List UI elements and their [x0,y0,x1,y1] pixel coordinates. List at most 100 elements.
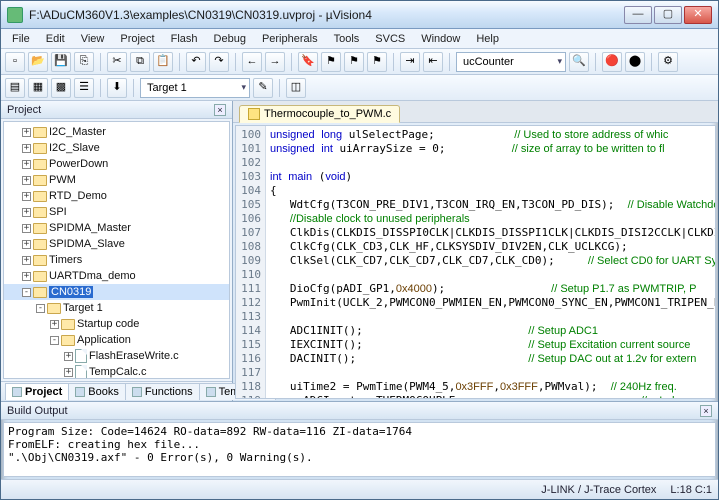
translate-button[interactable]: ▤ [5,78,25,98]
expand-toggle[interactable]: + [64,352,73,361]
expand-toggle[interactable]: + [22,240,31,249]
expand-toggle[interactable]: - [50,336,59,345]
target-options-button[interactable]: ✎ [253,78,273,98]
undo-button[interactable]: ↶ [186,52,206,72]
nav-back-button[interactable]: ← [242,52,262,72]
target-combo[interactable]: Target 1 [140,78,250,98]
editor-body[interactable]: 100 101 102 103 104 105 106 107 108 109 … [235,125,716,399]
build-button[interactable]: ▦ [28,78,48,98]
expand-toggle[interactable]: + [22,272,31,281]
tree-node[interactable]: +FlashEraseWrite.c [4,348,229,364]
tab-project[interactable]: Project [5,383,69,400]
tree-node[interactable]: +SPI [4,204,229,220]
menu-help[interactable]: Help [469,31,506,47]
tree-node[interactable]: +UARTDma_demo [4,268,229,284]
bookmark-clear-button[interactable]: ⚑ [367,52,387,72]
menu-window[interactable]: Window [414,31,467,47]
breakpoint-button[interactable]: ⬤ [625,52,645,72]
tree-node[interactable]: +SPIDMA_Slave [4,236,229,252]
cut-button[interactable]: ✂ [107,52,127,72]
tree-node[interactable]: + I2C_Master [4,124,229,140]
find-combo[interactable]: ucCounter [456,52,566,72]
tree-node[interactable]: +Timers [4,252,229,268]
menu-flash[interactable]: Flash [164,31,205,47]
bookmark-next-button[interactable]: ⚑ [344,52,364,72]
bookmark-prev-button[interactable]: ⚑ [321,52,341,72]
tree-node[interactable]: + I2C_Slave [4,140,229,156]
build-output-title: Build Output [7,405,68,417]
build-output-title-bar[interactable]: Build Output × [1,402,718,420]
project-pane-title-bar[interactable]: Project × [1,101,232,119]
tab-books-label: Books [88,386,119,398]
tree-node[interactable]: +PowerDown [4,156,229,172]
build-output-text[interactable]: Program Size: Code=14624 RO-data=892 RW-… [3,422,716,477]
menu-view[interactable]: View [74,31,112,47]
minimize-button[interactable]: — [624,6,652,24]
outdent-button[interactable]: ⇤ [423,52,443,72]
redo-button[interactable]: ↷ [209,52,229,72]
tree-node-label: I2C_Master [49,126,106,138]
tree-node[interactable]: +SPIDMA_Master [4,220,229,236]
pane-close-button[interactable]: × [214,104,226,116]
expand-toggle[interactable]: - [36,304,45,313]
nav-fwd-button[interactable]: → [265,52,285,72]
menu-project[interactable]: Project [113,31,161,47]
new-button[interactable]: ▫ [5,52,25,72]
tree-node[interactable]: +RTD_Demo [4,188,229,204]
close-button[interactable]: ✕ [684,6,712,24]
expand-toggle[interactable]: + [22,192,31,201]
expand-toggle[interactable]: + [22,224,31,233]
batch-build-button[interactable]: ☰ [74,78,94,98]
tab-functions[interactable]: Functions [125,383,200,400]
tree-node[interactable]: + PWM [4,172,229,188]
find-button[interactable]: 🔍 [569,52,589,72]
expand-toggle[interactable]: + [22,256,31,265]
config-button[interactable]: ⚙ [658,52,678,72]
tab-books[interactable]: Books [68,383,126,400]
pane-close-button[interactable]: × [700,405,712,417]
expand-toggle[interactable]: - [22,288,31,297]
tab-functions-label: Functions [145,386,193,398]
expand-toggle[interactable]: + [22,160,31,169]
menu-svcs[interactable]: SVCS [368,31,412,47]
expand-toggle[interactable]: + [22,208,31,217]
tree-node[interactable]: -CN0319 [4,284,229,300]
indent-button[interactable]: ⇥ [400,52,420,72]
expand-toggle[interactable]: + [22,176,31,185]
rebuild-button[interactable]: ▩ [51,78,71,98]
expand-toggle[interactable]: + [64,368,73,377]
save-button[interactable]: 💾 [51,52,71,72]
menu-file[interactable]: File [5,31,37,47]
debug-start-button[interactable]: 🔴 [602,52,622,72]
menu-tools[interactable]: Tools [327,31,367,47]
copy-button[interactable]: ⧉ [130,52,150,72]
tree-node-label: I2C_Slave [49,142,100,154]
tree-node[interactable]: -Application [4,332,229,348]
menu-peripherals[interactable]: Peripherals [255,31,325,47]
search-icon: 🔍 [572,56,586,67]
download-button[interactable]: ⬇ [107,78,127,98]
manage-button[interactable]: ◫ [286,78,306,98]
open-button[interactable]: 📂 [28,52,48,72]
project-tree[interactable]: +I2C_Master+I2C_Slave+PowerDown+PWM+RTD_… [3,121,230,379]
folder-icon [33,239,47,250]
save-all-button[interactable]: ⎘ [74,52,94,72]
bookmark-button[interactable]: 🔖 [298,52,318,72]
expand-toggle[interactable]: + [50,320,59,329]
expand-toggle[interactable]: + [22,144,31,153]
expand-toggle[interactable]: + [22,128,31,137]
tree-node[interactable]: +TempCalc.c [4,364,229,379]
menu-edit[interactable]: Edit [39,31,72,47]
tree-node-label: PWM [49,174,76,186]
file-tab-active[interactable]: Thermocouple_to_PWM.c [239,105,400,123]
title-bar[interactable]: F:\ADuCM360V1.3\examples\CN0319\CN0319.u… [1,1,718,29]
window-title: F:\ADuCM360V1.3\examples\CN0319\CN0319.u… [29,8,624,22]
paste-button[interactable]: 📋 [153,52,173,72]
cube-icon: ◫ [291,82,301,93]
menu-debug[interactable]: Debug [207,31,253,47]
code-area[interactable]: unsigned long ulSelectPage; // Used to s… [266,126,715,398]
maximize-button[interactable]: ▢ [654,6,682,24]
tree-node[interactable]: +Startup code [4,316,229,332]
tree-node[interactable]: -Target 1 [4,300,229,316]
toolbar-standard: ▫ 📂 💾 ⎘ ✂ ⧉ 📋 ↶ ↷ ← → 🔖 ⚑ ⚑ ⚑ ⇥ ⇤ ucCoun… [1,49,718,75]
